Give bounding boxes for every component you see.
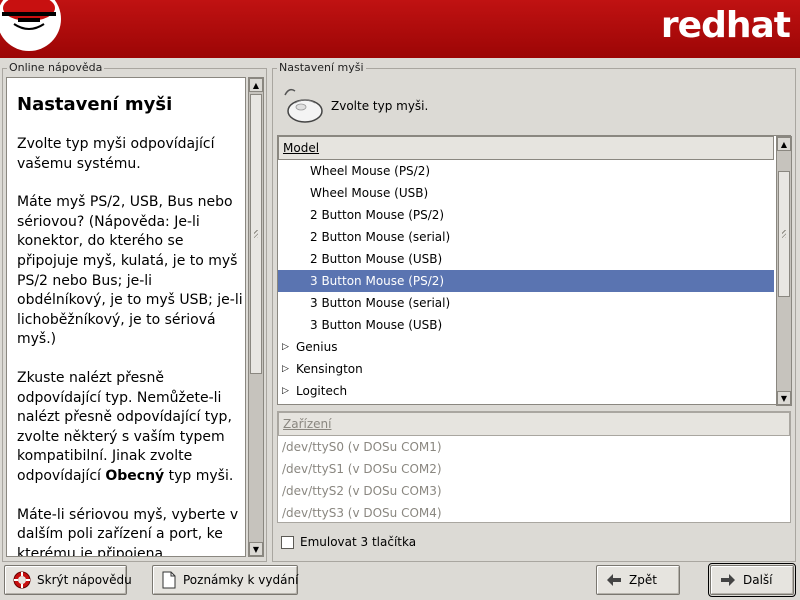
model-label: Kensington — [296, 362, 363, 376]
model-column-header[interactable]: Model — [278, 136, 774, 160]
model-row[interactable]: Wheel Mouse (USB) — [278, 182, 774, 204]
grip-icon — [782, 230, 786, 238]
document-icon — [161, 571, 177, 589]
shadowman-logo — [0, 0, 61, 51]
model-row[interactable]: Wheel Mouse (PS/2) — [278, 160, 774, 182]
help-scroll-thumb[interactable] — [250, 94, 262, 374]
device-row[interactable]: /dev/ttyS3 (v DOSu COM4) — [278, 502, 790, 524]
help-p3-bold: Obecný — [105, 467, 165, 484]
emulate-3-buttons-checkbox[interactable] — [281, 535, 294, 549]
help-paragraph-4: Máte-li sériovou myš, vyberte v dalším p… — [17, 506, 239, 557]
scroll-down-arrow-icon[interactable]: ▼ — [249, 542, 263, 556]
next-label: Další — [743, 573, 773, 587]
model-label: Wheel Mouse (PS/2) — [310, 164, 431, 178]
model-list-scrollbar[interactable]: ▲ ▼ — [776, 136, 792, 406]
model-row[interactable]: 3 Button Mouse (USB) — [278, 314, 774, 336]
help-panel: Online nápověda Nastavení myši Zvolte ty… — [2, 61, 267, 562]
model-label: 2 Button Mouse (PS/2) — [310, 208, 445, 222]
help-p3-text-b: typ myši. — [164, 467, 234, 484]
arrow-right-icon — [719, 571, 737, 589]
device-column-header: Zařízení — [278, 412, 790, 436]
grip-icon — [254, 230, 258, 238]
mouse-icon — [284, 88, 323, 123]
next-button[interactable]: Další — [708, 563, 796, 597]
device-rows: /dev/ttyS0 (v DOSu COM1)/dev/ttyS1 (v DO… — [278, 436, 790, 524]
mouse-frame-title: Nastavení myši — [277, 61, 366, 75]
back-button[interactable]: Zpět — [596, 565, 680, 595]
model-row[interactable]: 3 Button Mouse (serial) — [278, 292, 774, 314]
header-banner: redhat — [0, 0, 800, 58]
model-row[interactable]: 2 Button Mouse (PS/2) — [278, 204, 774, 226]
expander-triangle-icon[interactable]: ▷ — [282, 336, 289, 358]
scroll-up-arrow-icon[interactable]: ▲ — [777, 137, 791, 151]
help-paragraph-3: Zkuste nalézt přesně odpovídající typ. N… — [17, 369, 243, 487]
mouse-type-prompt: Zvolte typ myši. — [331, 99, 429, 113]
model-column-label: Model — [283, 141, 320, 155]
device-row[interactable]: /dev/ttyS0 (v DOSu COM1) — [278, 436, 790, 458]
scroll-down-arrow-icon[interactable]: ▼ — [777, 391, 791, 405]
help-heading: Nastavení myši — [17, 94, 173, 115]
model-label: 3 Button Mouse (PS/2) — [310, 274, 445, 288]
model-row[interactable]: 3 Button Mouse (PS/2) — [278, 270, 774, 292]
hide-help-button[interactable]: Skrýt nápovědu — [4, 565, 132, 595]
model-row[interactable]: 2 Button Mouse (USB) — [278, 248, 774, 270]
emulate-3-buttons-option[interactable]: Emulovat 3 tlačítka — [281, 535, 416, 549]
model-label: Genius — [296, 340, 338, 354]
model-label: 2 Button Mouse (USB) — [310, 252, 443, 266]
model-scroll-thumb[interactable] — [778, 171, 790, 297]
lifebuoy-icon — [13, 571, 31, 589]
help-paragraph-2: Máte myš PS/2, USB, Bus nebo sériovou? (… — [17, 194, 243, 348]
release-notes-label: Poznámky k vydání — [183, 573, 299, 587]
help-text-view: Nastavení myši Zvolte typ myši odpovídaj… — [6, 77, 246, 557]
help-paragraph-1: Zvolte typ myši odpovídající vašemu syst… — [17, 136, 215, 172]
mouse-model-tree[interactable]: Model Wheel Mouse (PS/2) Wheel Mouse (USB… — [277, 135, 792, 406]
emulate-3-buttons-label[interactable]: Emulovat 3 tlačítka — [300, 535, 416, 549]
device-list[interactable]: Zařízení /dev/ttyS0 (v DOSu COM1)/dev/tt… — [277, 411, 791, 523]
help-scrollbar[interactable]: ▲ ▼ — [248, 77, 264, 557]
model-label: 2 Button Mouse (serial) — [310, 230, 451, 244]
help-frame-title: Online nápověda — [7, 61, 105, 75]
model-group-row[interactable]: ▷ Genius — [278, 336, 774, 358]
model-group-row[interactable]: ▷ Kensington — [278, 358, 774, 380]
redhat-wordmark: redhat — [660, 5, 791, 46]
expander-triangle-icon[interactable]: ▷ — [282, 380, 289, 402]
release-notes-button[interactable]: Poznámky k vydání — [152, 565, 298, 595]
model-label: Wheel Mouse (USB) — [310, 186, 429, 200]
model-rows: Wheel Mouse (PS/2) Wheel Mouse (USB) 2 But… — [278, 160, 774, 402]
device-row[interactable]: /dev/ttyS2 (v DOSu COM3) — [278, 480, 790, 502]
model-row[interactable]: 2 Button Mouse (serial) — [278, 226, 774, 248]
hide-help-label: Skrýt nápovědu — [37, 573, 132, 587]
model-label: 3 Button Mouse (USB) — [310, 318, 443, 332]
expander-triangle-icon[interactable]: ▷ — [282, 358, 289, 380]
model-label: Logitech — [296, 384, 348, 398]
arrow-left-icon — [605, 571, 623, 589]
scroll-up-arrow-icon[interactable]: ▲ — [249, 78, 263, 92]
device-row[interactable]: /dev/ttyS1 (v DOSu COM2) — [278, 458, 790, 480]
model-label: 3 Button Mouse (serial) — [310, 296, 451, 310]
device-column-label: Zařízení — [283, 417, 332, 431]
help-p3-text-a: Zkuste nalézt přesně odpovídající typ. N… — [17, 369, 232, 484]
back-label: Zpět — [629, 573, 657, 587]
model-group-row[interactable]: ▷ Logitech — [278, 380, 774, 402]
mouse-config-panel: Nastavení myši Zvolte typ myši. Model Wh… — [272, 61, 796, 562]
